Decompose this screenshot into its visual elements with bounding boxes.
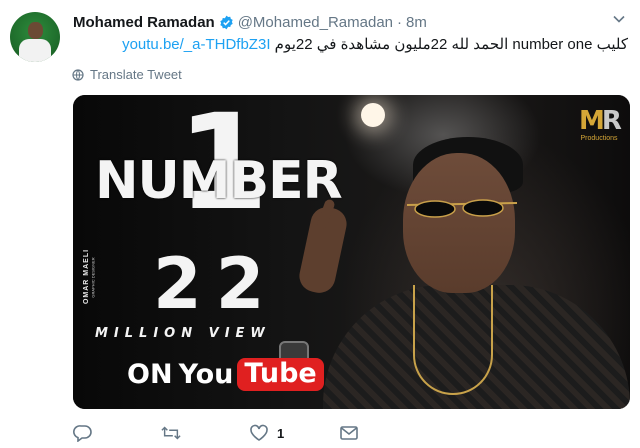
caret-down-icon[interactable] — [612, 12, 626, 26]
gold-chain — [413, 285, 493, 395]
direct-message-button[interactable] — [339, 424, 367, 442]
heart-icon — [250, 424, 268, 441]
overlay-views-number: 22 — [153, 243, 279, 325]
avatar-shirt — [19, 39, 51, 62]
tweet-header: Mohamed Ramadan @Mohamed_Ramadan · 8m — [73, 12, 427, 32]
overlay-million-view: MILLION VIEW — [95, 326, 271, 341]
tweet-actions: 1 — [73, 424, 393, 444]
avatar-head — [28, 22, 43, 39]
retweet-button[interactable] — [161, 424, 189, 442]
tweet-text: كليب number one الحمد لله 22مليون مشاهدة… — [122, 35, 628, 53]
youtube-you: You — [178, 359, 234, 390]
globe-icon — [72, 68, 84, 81]
designer-watermark: OMAR MAELI GRAPHIC DESIGNER — [79, 247, 103, 317]
youtube-tube: Tube — [237, 358, 324, 391]
person-face — [403, 153, 515, 293]
logo-productions: Productions — [580, 135, 618, 142]
author-handle[interactable]: @Mohamed_Ramadan — [238, 14, 393, 31]
logo-m: M — [579, 106, 605, 136]
tweet-avatar[interactable] — [10, 12, 60, 62]
tweet-timestamp[interactable]: 8m — [406, 14, 427, 31]
verified-badge-icon — [220, 15, 233, 29]
overlay-on: ON — [127, 359, 173, 390]
tweet-media-image[interactable]: 1 NUMBER 22 MILLION VIEW ON You Tube OMA… — [73, 95, 630, 409]
overlay-on-youtube: ON You Tube — [127, 358, 324, 391]
designer-subtitle: GRAPHIC DESIGNER — [90, 257, 96, 298]
tweet-link[interactable]: youtu.be/_a-THDfbZ3I — [122, 36, 270, 53]
author-name[interactable]: Mohamed Ramadan — [73, 14, 215, 31]
envelope-icon — [340, 426, 358, 440]
reply-icon — [73, 425, 92, 442]
translate-tweet-button[interactable]: Translate Tweet — [72, 67, 182, 82]
header-separator: · — [397, 13, 403, 31]
mr-productions-logo: MR Productions — [578, 106, 622, 155]
tweet-text-body: كليب number one الحمد لله 22مليون مشاهدة… — [270, 36, 628, 53]
overlay-number-word: NUMBER — [95, 151, 343, 211]
like-button[interactable]: 1 — [249, 424, 284, 442]
designer-name: OMAR MAELI — [83, 248, 91, 305]
reply-button[interactable] — [73, 424, 101, 442]
sunglasses — [407, 199, 517, 218]
like-count: 1 — [277, 425, 285, 441]
translate-label: Translate Tweet — [90, 67, 182, 82]
logo-r: R — [601, 106, 622, 136]
retweet-icon — [161, 426, 181, 440]
light-bulb — [361, 103, 385, 127]
